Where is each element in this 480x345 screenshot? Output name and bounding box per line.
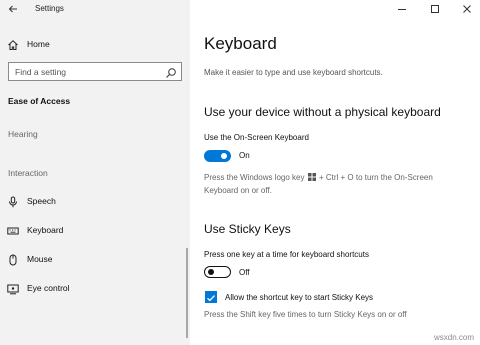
sidebar-item-label: Mouse <box>27 254 53 264</box>
sidebar-item-keyboard[interactable]: Keyboard <box>0 220 186 240</box>
page-subtitle: Make it easier to type and use keyboard … <box>204 68 383 77</box>
home-icon <box>7 38 19 50</box>
on-screen-keyboard-label: Use the On-Screen Keyboard <box>204 133 309 142</box>
microphone-icon <box>7 195 19 208</box>
sticky-keys-label: Press one key at a time for keyboard sho… <box>204 250 369 259</box>
minimize-icon[interactable] <box>395 2 409 16</box>
sidebar-item-home[interactable]: Home <box>0 34 190 54</box>
sticky-keys-toggle[interactable] <box>204 266 231 278</box>
sidebar-item-label: Eye control <box>27 283 70 293</box>
search-icon[interactable] <box>165 66 177 78</box>
sticky-keys-shortcut-label: Allow the shortcut key to start Sticky K… <box>225 293 374 302</box>
toggle-knob <box>208 268 214 275</box>
sticky-keys-shortcut-checkbox[interactable] <box>205 291 217 303</box>
sidebar-item-label: Keyboard <box>27 225 64 235</box>
sidebar-item-label: Speech <box>27 196 56 206</box>
checkmark-icon <box>207 295 215 302</box>
help-text-part: + Ctrl + O to turn the On-Screen <box>318 173 433 182</box>
main-panel: Keyboard Make it easier to type and use … <box>190 0 480 345</box>
search-placeholder: Find a setting <box>15 67 67 77</box>
windows-logo-icon <box>307 173 316 185</box>
home-label: Home <box>27 39 50 49</box>
app-title: Settings <box>35 4 64 13</box>
sidebar-scrollbar[interactable] <box>186 248 188 338</box>
page-title: Keyboard <box>204 34 277 53</box>
title-bar: Settings <box>0 0 190 20</box>
sidebar-item-speech[interactable]: Speech <box>0 191 186 211</box>
window-controls <box>390 0 480 20</box>
sticky-keys-toggle-state: Off <box>239 268 250 277</box>
sidebar-item-mouse[interactable]: Mouse <box>0 249 186 269</box>
on-screen-keyboard-toggle[interactable] <box>204 150 231 162</box>
back-arrow-icon[interactable] <box>6 2 20 16</box>
close-icon[interactable] <box>460 2 474 16</box>
search-input[interactable]: Find a setting <box>8 62 182 81</box>
section-heading-sticky-keys: Use Sticky Keys <box>204 222 291 236</box>
group-label-interaction: Interaction <box>8 168 48 178</box>
section-heading-physical-keyboard: Use your device without a physical keybo… <box>204 105 441 119</box>
maximize-icon[interactable] <box>428 2 442 16</box>
toggle-knob <box>221 153 227 159</box>
group-label-hearing: Hearing <box>8 129 38 139</box>
mouse-icon <box>7 253 19 266</box>
eye-control-icon <box>7 282 19 295</box>
watermark: wsxdn.com <box>433 333 474 342</box>
on-screen-keyboard-toggle-state: On <box>239 151 250 160</box>
sidebar: Settings Home Find a setting Ease of Acc… <box>0 0 190 345</box>
keyboard-icon <box>7 224 19 236</box>
section-title: Ease of Access <box>8 96 71 106</box>
help-text-part: Keyboard on or off. <box>204 186 272 195</box>
sidebar-item-eye-control[interactable]: Eye control <box>0 278 186 298</box>
on-screen-keyboard-help: Press the Windows logo key + Ctrl + O to… <box>204 172 474 197</box>
help-text-part: Press the Windows logo key <box>204 173 305 182</box>
sticky-keys-help: Press the Shift key five times to turn S… <box>204 310 407 319</box>
